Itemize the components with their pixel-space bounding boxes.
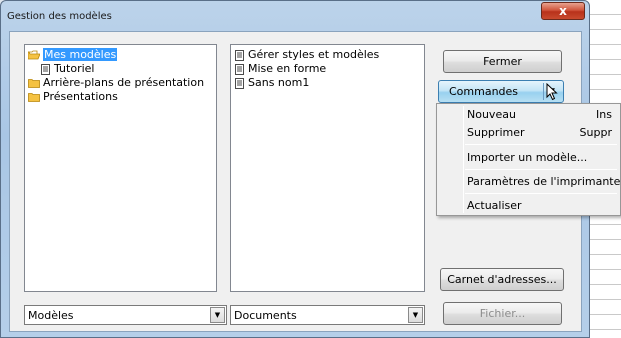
tree-item-label: Mes modèles — [43, 48, 118, 61]
tree-item-presentation-backgrounds[interactable]: Arrière-plans de présentation — [28, 76, 204, 89]
file-button[interactable]: Fichier... — [443, 302, 562, 325]
address-book-button-label: Carnet d'adresses... — [447, 273, 557, 286]
tree-item-label: Gérer styles et modèles — [248, 48, 380, 61]
close-icon: x — [559, 4, 567, 18]
tree-item-formatting[interactable]: Mise en forme — [235, 62, 326, 75]
combo-value: Modèles — [28, 309, 74, 322]
menu-item-label: Paramètres de l'imprimante... — [467, 175, 621, 188]
menu-item-label: Importer un modèle... — [467, 151, 588, 164]
tree-item-tutorial[interactable]: Tutoriel — [41, 62, 94, 75]
tree-item-presentations[interactable]: Présentations — [28, 90, 118, 103]
menu-item-label: Actualiser — [467, 199, 522, 212]
menu-item-refresh[interactable]: Actualiser — [467, 198, 616, 214]
file-button-label: Fichier... — [479, 307, 526, 320]
menu-separator — [465, 169, 617, 170]
document-icon — [235, 63, 244, 75]
tree-item-my-templates[interactable]: Mes modèles — [28, 48, 118, 61]
documents-tree[interactable]: Gérer styles et modèles Mise en forme Sa… — [230, 44, 425, 292]
document-icon — [235, 49, 244, 61]
menu-item-printer-settings[interactable]: Paramètres de l'imprimante... — [467, 174, 621, 190]
commands-menu: Nouveau Ins Supprimer Suppr Importer un … — [436, 103, 621, 216]
window-title: Gestion des modèles — [7, 11, 112, 22]
templates-tree[interactable]: Mes modèles Tutoriel Arrière-plans de pr… — [24, 44, 217, 292]
commands-button-label: Commandes — [449, 85, 519, 98]
menu-item-new[interactable]: Nouveau Ins — [467, 107, 616, 123]
menu-separator — [465, 193, 617, 194]
tree-item-manage-styles[interactable]: Gérer styles et modèles — [235, 48, 379, 61]
menu-gutter — [463, 106, 464, 213]
tree-item-untitled[interactable]: Sans nom1 — [235, 76, 309, 89]
menu-item-label: Nouveau — [467, 108, 516, 121]
menu-item-shortcut: Suppr — [579, 126, 612, 139]
close-button[interactable]: Fermer — [443, 50, 562, 73]
tree-item-label: Présentations — [43, 90, 118, 103]
address-book-button[interactable]: Carnet d'adresses... — [440, 268, 564, 291]
tree-item-label: Sans nom1 — [248, 76, 310, 89]
tree-item-label: Mise en forme — [248, 62, 327, 75]
chevron-down-icon[interactable]: ▼ — [210, 307, 225, 323]
document-icon — [41, 63, 50, 75]
menu-item-delete[interactable]: Supprimer Suppr — [467, 125, 616, 141]
tree-item-label: Tutoriel — [54, 62, 95, 75]
title-bar[interactable]: Gestion des modèles x — [1, 1, 589, 29]
right-category-select[interactable]: Documents ▼ — [230, 305, 425, 325]
mouse-cursor-icon — [546, 83, 558, 101]
close-window-button[interactable]: x — [541, 2, 585, 20]
document-icon — [235, 77, 244, 89]
menu-item-label: Supprimer — [467, 126, 525, 139]
menu-item-shortcut: Ins — [596, 108, 612, 121]
open-folder-icon — [28, 50, 40, 60]
menu-separator — [465, 144, 617, 145]
combo-value: Documents — [234, 309, 297, 322]
left-category-select[interactable]: Modèles ▼ — [24, 305, 227, 325]
chevron-down-icon[interactable]: ▼ — [408, 307, 423, 323]
tree-item-label: Arrière-plans de présentation — [43, 76, 205, 89]
menu-item-import-template[interactable]: Importer un modèle... — [467, 150, 616, 166]
folder-icon — [28, 79, 40, 88]
folder-icon — [28, 93, 40, 102]
close-button-label: Fermer — [483, 55, 522, 68]
